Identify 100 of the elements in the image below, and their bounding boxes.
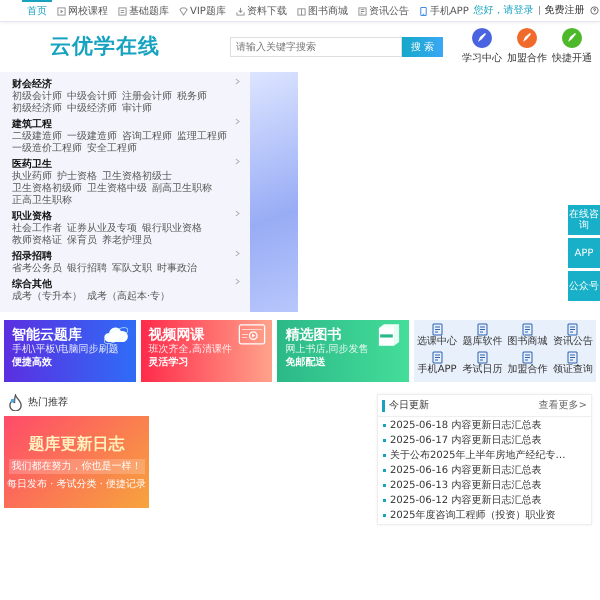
help-icon	[590, 6, 599, 15]
search-field[interactable]: 请输入关键字搜索	[230, 37, 402, 57]
category-link[interactable]: 监理工程师	[177, 131, 227, 143]
category-title[interactable]: 综合其他	[12, 278, 52, 291]
news-link[interactable]: 2025-06-12 内容更新日志汇总表	[390, 495, 542, 506]
chevron-right-icon	[235, 158, 240, 165]
nav-tab[interactable]: VIP题库	[174, 0, 231, 21]
quick-link[interactable]: 手机APP	[416, 351, 458, 379]
diamond-icon	[179, 7, 188, 16]
nav-tab[interactable]: 网校课程	[52, 0, 113, 21]
document-icon	[476, 351, 489, 364]
category-link[interactable]: 社会工作者	[12, 223, 62, 235]
category-link[interactable]: 咨询工程师	[122, 131, 172, 143]
category-link[interactable]: 初级会计师	[12, 91, 62, 103]
category-link[interactable]: 护士资格	[57, 171, 97, 183]
quick-link[interactable]: 资讯公告	[552, 323, 594, 351]
nav-tab[interactable]: 手机APP	[414, 0, 474, 21]
shortcut-link[interactable]: 快捷开通	[552, 50, 592, 66]
banner-tagline: 灵活学习	[148, 356, 189, 370]
banner-subtitle: 班次齐全,高清课件	[148, 344, 232, 356]
category-link[interactable]: 卫生资格初级士	[102, 171, 172, 183]
quick-link[interactable]: 选课中心	[416, 323, 458, 351]
category-link[interactable]: 成考（高起本·专）	[87, 291, 170, 303]
document-icon	[430, 323, 444, 336]
category-title[interactable]: 医药卫生	[12, 158, 52, 171]
nav-tab[interactable]: 图书商城	[292, 0, 353, 21]
document-icon	[430, 351, 444, 364]
category-link[interactable]: 教师资格证	[12, 235, 62, 247]
more-link[interactable]: 查看更多>	[538, 398, 587, 413]
flame-icon	[8, 394, 23, 411]
news-link[interactable]: 2025-06-13 内容更新日志汇总表	[390, 480, 542, 491]
category-link[interactable]: 审计师	[122, 103, 152, 115]
chevron-right-icon	[235, 250, 240, 257]
feature-banner[interactable]: 智能云题库 手机\平板\电脑同步刷题 便捷高效	[4, 320, 136, 382]
category-link[interactable]: 养老护理员	[102, 235, 152, 247]
document-icon	[358, 7, 367, 16]
banner-title: 精选图书	[285, 327, 342, 344]
category-link[interactable]: 安全工程师	[87, 143, 137, 155]
category-title[interactable]: 招录招聘	[12, 250, 52, 263]
category-link[interactable]: 银行招聘	[67, 263, 107, 275]
quick-link[interactable]: 题库软件	[461, 323, 504, 351]
chevron-right-icon	[235, 210, 240, 217]
category-link[interactable]: 卫生资格初级师	[12, 183, 82, 195]
chevron-right-icon	[235, 278, 240, 285]
promo-tags: 每日发布 · 考试分类 · 便捷记录	[6, 477, 146, 492]
category-title[interactable]: 建筑工程	[12, 118, 52, 131]
category-link[interactable]: 中级经济师	[67, 103, 117, 115]
category-link[interactable]: 税务师	[177, 91, 207, 103]
nav-tab[interactable]: 资讯公告	[352, 0, 414, 21]
category-link[interactable]: 省考公务员	[12, 263, 62, 275]
category-link[interactable]: 时事政治	[157, 263, 197, 275]
category-link[interactable]: 初级经济师	[12, 103, 62, 115]
category-link[interactable]: 卫生资格中级	[87, 183, 147, 195]
category-link[interactable]: 正高卫生职称	[12, 195, 72, 207]
category-link[interactable]: 一级造价工程师	[12, 143, 82, 155]
phone-icon	[418, 7, 428, 16]
quick-link[interactable]: 领证查询	[552, 351, 594, 379]
quick-link[interactable]: 考试日历	[461, 351, 504, 379]
quick-link[interactable]: 加盟合作	[506, 351, 549, 379]
category-title[interactable]: 职业资格	[12, 210, 52, 223]
promo-slogan: 我们都在努力，你也是一样！	[8, 459, 144, 474]
list-icon	[118, 7, 127, 16]
document-icon	[566, 323, 580, 336]
nav-tab[interactable]: 基础题库	[113, 0, 174, 21]
category-link[interactable]: 保育员	[67, 235, 97, 247]
category-link[interactable]: 注册会计师	[122, 91, 172, 103]
document-icon	[521, 351, 534, 364]
book-icon	[296, 7, 306, 16]
news-link[interactable]: 2025-06-17 内容更新日志汇总表	[390, 435, 542, 446]
category-link[interactable]: 副高卫生职称	[152, 183, 212, 195]
promo-title: 题库更新日志	[28, 433, 124, 455]
nav-tab[interactable]: 资料下载	[230, 0, 292, 21]
video-player-icon	[237, 323, 268, 347]
banner-subtitle: 手机\平板\电脑同步刷题	[12, 344, 119, 356]
news-link[interactable]: 2025年度咨询工程师（投资）职业资	[390, 510, 556, 521]
category-link[interactable]: 军队文职	[112, 263, 152, 275]
register-link[interactable]: 免费注册	[544, 3, 585, 18]
banner-title: 智能云题库	[12, 327, 82, 344]
document-icon	[476, 323, 489, 336]
category-link[interactable]: 证券从业及专项	[67, 223, 137, 235]
chevron-right-icon	[235, 118, 240, 125]
chevron-right-icon	[235, 78, 240, 85]
category-link[interactable]: 成考（专升本）	[12, 291, 82, 303]
quick-link[interactable]: 图书商城	[506, 323, 549, 351]
category-link[interactable]: 一级建造师	[67, 131, 117, 143]
category-link[interactable]: 执业药师	[12, 171, 52, 183]
news-link[interactable]: 2025-06-18 内容更新日志汇总表	[390, 420, 542, 431]
section-title: 热门推荐	[28, 396, 68, 410]
banner-title: 视频网课	[148, 327, 205, 344]
category-link[interactable]: 二级建造师	[12, 131, 62, 143]
news-link[interactable]: 2025-06-16 内容更新日志汇总表	[390, 465, 542, 476]
shortcut-link[interactable]: 加盟合作	[507, 50, 547, 66]
category-title[interactable]: 财会经济	[12, 78, 52, 91]
shortcut-link[interactable]: 学习中心	[462, 50, 502, 66]
news-link[interactable]: 关于公布2025年上半年房地产经纪专…	[390, 450, 566, 461]
category-link[interactable]: 银行职业资格	[142, 223, 202, 235]
news-title: 今日更新	[389, 398, 429, 413]
banner-tagline: 便捷高效	[12, 356, 52, 370]
document-icon	[521, 323, 534, 336]
category-link[interactable]: 中级会计师	[67, 91, 117, 103]
